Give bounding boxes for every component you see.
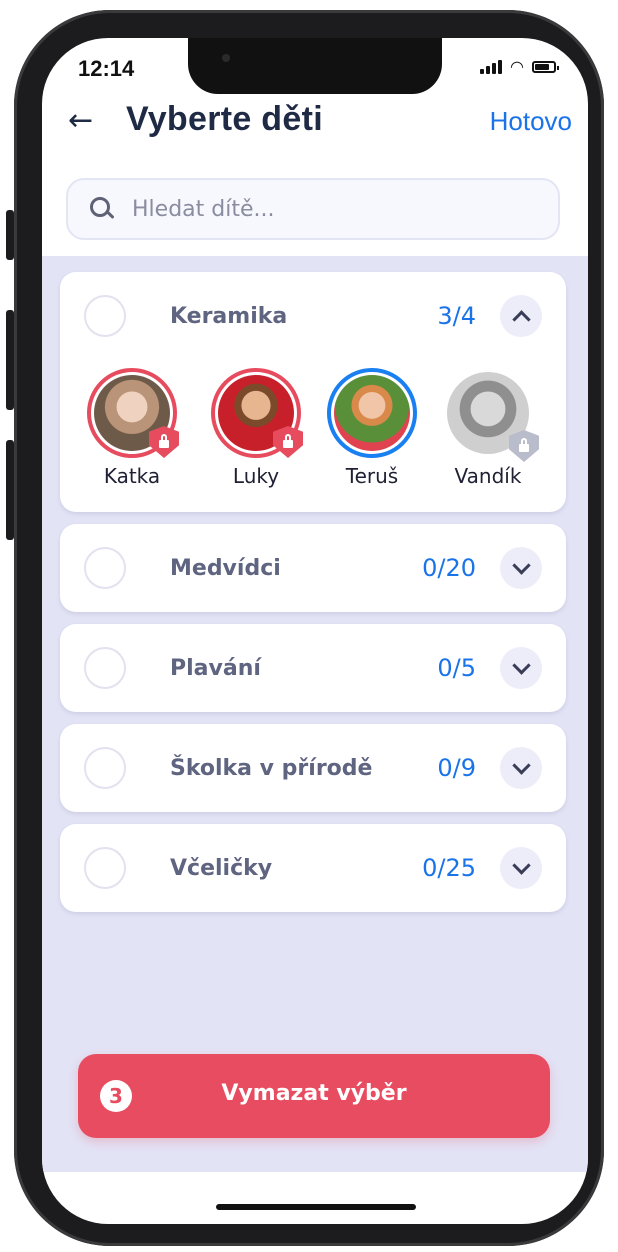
group-row[interactable]: Školka v přírodě 0/9 <box>60 724 566 812</box>
group-select-radio[interactable] <box>84 547 126 589</box>
avatar[interactable] <box>327 368 417 458</box>
search-bar[interactable] <box>66 178 560 240</box>
expand-button[interactable] <box>500 847 542 889</box>
lock-icon <box>149 426 179 458</box>
child-item[interactable]: Katka <box>82 368 182 488</box>
children-row: Katka Luky Teruš Vandík <box>60 368 566 498</box>
lock-icon <box>509 430 539 462</box>
home-indicator[interactable] <box>216 1204 416 1210</box>
group-count: 3/4 <box>437 302 476 330</box>
child-name: Luky <box>232 464 280 488</box>
child-name: Teruš <box>345 464 399 488</box>
clear-selection-label: Vymazat výběr <box>221 1081 407 1106</box>
page-title: Vyberte děti <box>126 100 323 138</box>
expand-button[interactable] <box>500 647 542 689</box>
avatar[interactable] <box>87 368 179 458</box>
chevron-down-icon <box>511 655 531 675</box>
child-item[interactable]: Luky <box>206 368 306 488</box>
notch <box>188 38 442 94</box>
expand-button[interactable] <box>500 547 542 589</box>
group-row[interactable]: Medvídci 0/20 <box>60 524 566 612</box>
search-icon <box>88 195 116 223</box>
child-item[interactable]: Teruš <box>322 368 422 488</box>
group-count: 0/5 <box>437 654 476 682</box>
group-name: Školka v přírodě <box>170 755 373 781</box>
group-select-radio[interactable] <box>84 647 126 689</box>
avatar[interactable] <box>211 368 303 458</box>
group-select-radio[interactable] <box>84 747 126 789</box>
group-row[interactable]: Plavání 0/5 <box>60 624 566 712</box>
signal-icon <box>480 60 503 74</box>
group-select-radio[interactable] <box>84 847 126 889</box>
group-select-radio[interactable] <box>84 295 126 337</box>
group-card-skolka-v-prirode: Školka v přírodě 0/9 <box>60 724 566 812</box>
volume-up-button <box>6 310 14 410</box>
header: ← Vyberte děti Hotovo <box>42 100 588 150</box>
group-card-plavani: Plavání 0/5 <box>60 624 566 712</box>
group-row[interactable]: Keramika 3/4 <box>60 272 566 360</box>
chevron-down-icon <box>511 555 531 575</box>
back-arrow-icon[interactable]: ← <box>68 106 93 136</box>
child-name: Katka <box>103 464 161 488</box>
group-card-vcelicky: Včeličky 0/25 <box>60 824 566 912</box>
group-row[interactable]: Včeličky 0/25 <box>60 824 566 912</box>
battery-icon <box>532 61 559 73</box>
expand-button[interactable] <box>500 747 542 789</box>
group-list: Keramika 3/4 Katka Luky Teruš Vandík Med… <box>42 256 588 1172</box>
search-input[interactable] <box>130 195 514 223</box>
done-button[interactable]: Hotovo <box>490 106 572 137</box>
child-item[interactable]: Vandík <box>438 368 539 488</box>
status-icons: ◠ <box>480 57 559 76</box>
group-count: 0/20 <box>422 554 476 582</box>
group-count: 0/25 <box>422 854 476 882</box>
mute-switch <box>6 210 14 260</box>
lock-icon <box>273 426 303 458</box>
app-screen: 12:14 ◠ ← Vyberte děti Hotovo Keramika 3… <box>42 38 588 1224</box>
volume-down-button <box>6 440 14 540</box>
group-card-medvidci: Medvídci 0/20 <box>60 524 566 612</box>
group-count: 0/9 <box>437 754 476 782</box>
camera-dot <box>222 54 230 62</box>
clear-selection-button[interactable]: 3 Vymazat výběr <box>78 1054 550 1138</box>
avatar[interactable] <box>443 368 539 462</box>
group-name: Medvídci <box>170 555 281 581</box>
chevron-up-icon <box>511 309 531 329</box>
group-card-keramika: Keramika 3/4 Katka Luky Teruš Vandík <box>60 272 566 512</box>
group-name: Plavání <box>170 655 261 681</box>
status-time: 12:14 <box>78 56 135 81</box>
collapse-button[interactable] <box>500 295 542 337</box>
group-name: Včeličky <box>170 855 273 881</box>
group-name: Keramika <box>170 303 288 329</box>
chevron-down-icon <box>511 855 531 875</box>
chevron-down-icon <box>511 755 531 775</box>
child-name: Vandík <box>454 464 522 488</box>
wifi-icon: ◠ <box>510 57 524 76</box>
